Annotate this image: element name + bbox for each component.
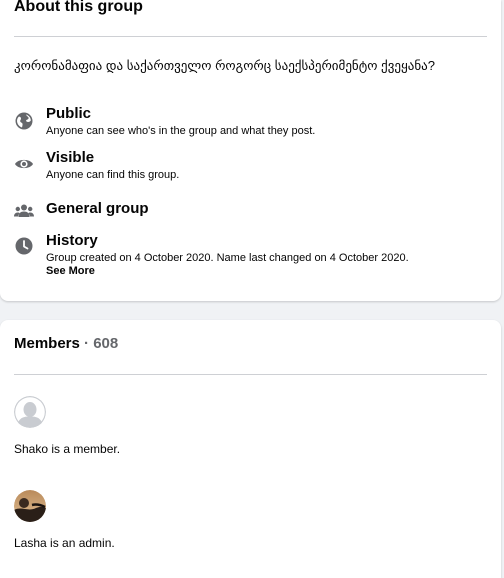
privacy-public-row: Public Anyone can see who's in the group…	[14, 105, 494, 145]
globe-icon	[14, 111, 34, 131]
members-divider	[14, 374, 487, 375]
history-title: History	[46, 232, 98, 249]
group-description: კორონამაფია და საქართველო როგორც საექსპე…	[14, 58, 435, 73]
people-icon	[14, 201, 34, 221]
about-divider	[14, 36, 487, 37]
member-text: Lasha is an admin.	[14, 536, 115, 550]
visibility-title: Visible	[46, 149, 95, 166]
member-text: Shako is a member.	[14, 442, 121, 456]
about-title: About this group	[14, 0, 143, 15]
group-type-row: General group	[14, 200, 494, 222]
group-type-title: General group	[46, 200, 149, 217]
about-group-card: About this group კორონამაფია და საქართვე…	[0, 0, 501, 301]
members-separator: ·	[79, 335, 94, 352]
members-card: Members · 608 Shako is a member. Lasha i…	[0, 320, 501, 578]
members-heading[interactable]: Members · 608	[14, 335, 118, 352]
see-more-link[interactable]: See More	[46, 265, 95, 277]
history-description: Group created on 4 October 2020. Name la…	[46, 252, 409, 264]
members-count: 608	[93, 335, 119, 352]
privacy-title: Public	[46, 105, 92, 122]
members-label: Members	[14, 335, 80, 352]
clock-icon	[14, 236, 34, 256]
history-row: History Group created on 4 October 2020.…	[14, 232, 494, 292]
photo-avatar[interactable]	[14, 490, 46, 522]
privacy-description: Anyone can see who's in the group and wh…	[46, 125, 316, 137]
visibility-row: Visible Anyone can find this group.	[14, 149, 494, 189]
visibility-description: Anyone can find this group.	[46, 169, 180, 181]
default-avatar[interactable]	[14, 396, 46, 428]
eye-icon	[14, 154, 34, 174]
